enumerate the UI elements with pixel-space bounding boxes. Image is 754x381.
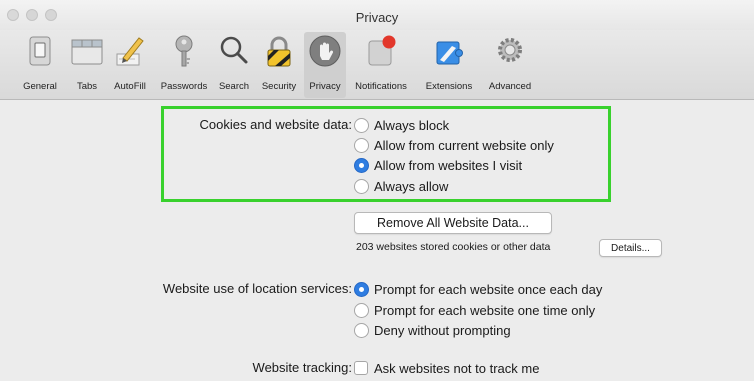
pencil-icon [116, 37, 144, 66]
tab-autofill[interactable]: AutoFill [108, 32, 152, 98]
gears-icon [498, 38, 522, 62]
location-option-one-time-only[interactable]: Prompt for each website one time only [354, 301, 595, 319]
window-title: Privacy [355, 10, 399, 25]
general-switch-icon [29, 36, 51, 66]
tab-advanced[interactable]: Advanced [482, 32, 538, 98]
preferences-toolbar: General Tabs AutoFill Passwords Search S… [0, 30, 754, 100]
location-services-label: Website use of location services: [162, 281, 352, 296]
notification-badge-icon [368, 35, 396, 66]
location-option-once-each-day[interactable]: Prompt for each website once each day [354, 280, 602, 298]
tab-general-label: General [23, 81, 57, 92]
details-button[interactable]: Details... [599, 239, 662, 257]
stored-websites-text: 203 websites stored cookies or other dat… [356, 241, 551, 253]
radio-deny-without-prompting[interactable] [354, 322, 369, 338]
remove-all-website-data-button[interactable]: Remove All Website Data... [354, 212, 552, 234]
magnifier-icon [220, 36, 248, 64]
tab-autofill-label: AutoFill [114, 81, 146, 92]
cookies-option-label: Always block [374, 117, 450, 133]
location-option-label: Prompt for each website once each day [374, 281, 603, 297]
cookies-option-label: Always allow [374, 178, 449, 194]
tab-search[interactable]: Search [213, 32, 255, 98]
tab-tabs[interactable]: Tabs [68, 32, 106, 98]
tab-security[interactable]: Security [256, 32, 302, 98]
cookies-option-always-allow[interactable]: Always allow [354, 177, 448, 195]
padlock-icon [267, 36, 291, 67]
tab-passwords-label: Passwords [160, 81, 208, 92]
radio-one-time-only[interactable] [354, 302, 369, 318]
tab-search-label: Search [218, 81, 250, 92]
location-option-deny[interactable]: Deny without prompting [354, 321, 511, 339]
tab-privacy[interactable]: Privacy [304, 32, 346, 98]
tab-notifications[interactable]: Notifications [348, 32, 414, 98]
tab-extensions-label: Extensions [425, 81, 473, 92]
cookies-option-label: Allow from current website only [374, 137, 554, 153]
cookies-label: Cookies and website data: [199, 117, 352, 132]
tab-general[interactable]: General [18, 32, 62, 98]
radio-once-each-day[interactable] [354, 281, 369, 297]
radio-websites-i-visit[interactable] [354, 157, 369, 173]
safari-preferences-window: Privacy General Tabs AutoFill Passwords … [0, 0, 754, 381]
radio-always-block[interactable] [354, 117, 369, 133]
tab-tabs-label: Tabs [76, 81, 98, 92]
tab-extensions[interactable]: Extensions [420, 32, 478, 98]
cookies-option-label: Allow from websites I visit [374, 157, 523, 173]
location-option-label: Prompt for each website one time only [374, 302, 596, 318]
tab-advanced-label: Advanced [488, 81, 532, 92]
key-icon [175, 35, 193, 67]
tab-passwords[interactable]: Passwords [158, 32, 210, 98]
hand-icon [309, 35, 341, 67]
radio-current-website[interactable] [354, 137, 369, 153]
cookies-option-always-block[interactable]: Always block [354, 116, 449, 134]
cookies-option-websites-i-visit[interactable]: Allow from websites I visit [354, 156, 522, 174]
location-option-label: Deny without prompting [374, 322, 511, 338]
cookies-option-current-website[interactable]: Allow from current website only [354, 136, 554, 154]
puzzle-icon [436, 41, 463, 65]
do-not-track-option[interactable]: Ask websites not to track me [354, 359, 539, 377]
tab-notifications-label: Notifications [355, 81, 407, 92]
tab-security-label: Security [261, 81, 297, 92]
do-not-track-label: Ask websites not to track me [374, 360, 540, 376]
website-tracking-label: Website tracking: [252, 360, 352, 375]
radio-always-allow[interactable] [354, 178, 369, 194]
tabs-icon [71, 39, 103, 65]
do-not-track-checkbox[interactable] [354, 361, 368, 375]
tab-privacy-label: Privacy [309, 81, 341, 92]
